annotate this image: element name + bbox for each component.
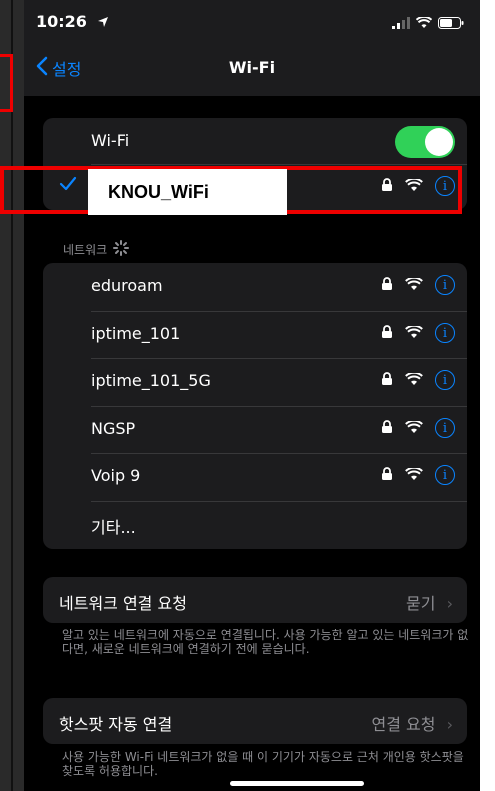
ask-to-join-group[interactable]: 네트워크 연결 요청 묻기 › xyxy=(43,577,467,623)
wifi-icon xyxy=(405,466,423,485)
network-row[interactable]: iptime_101_5G i xyxy=(43,358,467,404)
info-icon[interactable]: i xyxy=(435,370,455,390)
ask-to-join-label: 네트워크 연결 요청 xyxy=(59,594,187,613)
lock-icon xyxy=(381,324,393,343)
loading-spinner-icon xyxy=(113,240,130,259)
wifi-toggle-label: Wi-Fi xyxy=(91,131,130,150)
wifi-icon xyxy=(405,276,423,295)
hotspot-description: 사용 가능한 Wi-Fi 네트워크가 없을 때 이 기기가 자동으로 근처 개인… xyxy=(62,750,464,778)
lock-icon xyxy=(381,466,393,485)
other-network-row[interactable]: 기타... xyxy=(43,501,467,547)
wifi-icon xyxy=(405,324,423,343)
wifi-toggle[interactable] xyxy=(395,126,455,158)
left-highlight-fragment xyxy=(0,54,13,112)
network-icons: i xyxy=(381,323,455,343)
network-row[interactable]: eduroam i xyxy=(43,263,467,309)
chevron-right-icon: › xyxy=(446,594,453,613)
lock-icon xyxy=(381,276,393,295)
status-bar: 10:26 xyxy=(24,0,480,40)
chevron-right-icon: › xyxy=(446,715,453,734)
location-arrow-icon xyxy=(97,13,109,32)
network-name: NGSP xyxy=(91,419,136,438)
wifi-icon xyxy=(415,14,433,33)
lock-icon xyxy=(381,419,393,438)
network-name: eduroam xyxy=(91,276,163,295)
network-name: Voip 9 xyxy=(91,466,141,485)
status-icons xyxy=(392,14,464,33)
networks-list: eduroam i iptime_101 i iptime_101_5G i NGSP i Vo… xyxy=(43,263,467,549)
wifi-icon xyxy=(405,419,423,438)
battery-icon xyxy=(438,14,464,33)
ask-to-join-value-text: 묻기 xyxy=(406,594,436,613)
network-name: iptime_101_5G xyxy=(91,371,211,390)
network-icons: i xyxy=(381,465,455,485)
network-row[interactable]: Voip 9 i xyxy=(43,453,467,499)
networks-header: 네트워크 xyxy=(63,240,130,259)
hotspot-value: 연결 요청 › xyxy=(372,711,453,735)
networks-header-label: 네트워크 xyxy=(63,243,108,257)
overlay-network-label: KNOU_WiFi xyxy=(88,169,287,215)
left-divider xyxy=(11,0,13,791)
hotspot-label: 핫스팟 자동 연결 xyxy=(59,715,173,734)
hotspot-value-text: 연결 요청 xyxy=(371,715,436,734)
phone-screen: 10:26 설정 Wi-Fi Wi-Fi i 네트워크 eduroam i ip… xyxy=(24,0,480,791)
ask-to-join-value: 묻기 › xyxy=(406,590,453,614)
status-time: 10:26 xyxy=(36,12,109,32)
network-icons: i xyxy=(381,370,455,390)
lock-icon xyxy=(381,371,393,390)
right-background-strip xyxy=(480,0,495,791)
navigation-bar: 설정 Wi-Fi xyxy=(24,40,480,96)
info-icon[interactable]: i xyxy=(435,323,455,343)
info-icon[interactable]: i xyxy=(435,418,455,438)
network-icons: i xyxy=(381,275,455,295)
ask-to-join-description: 알고 있는 네트워크에 자동으로 연결됩니다. 사용 가능한 알고 있는 네트워… xyxy=(62,628,469,656)
network-icons: i xyxy=(381,418,455,438)
network-row[interactable]: iptime_101 i xyxy=(43,311,467,357)
time-text: 10:26 xyxy=(36,12,87,31)
page-title: Wi-Fi xyxy=(228,58,276,77)
toggle-knob xyxy=(425,128,453,156)
info-icon[interactable]: i xyxy=(435,275,455,295)
signal-bars-icon xyxy=(392,14,410,33)
other-network-label: 기타... xyxy=(91,518,136,537)
network-row[interactable]: NGSP i xyxy=(43,406,467,452)
network-name: iptime_101 xyxy=(91,324,181,343)
hotspot-group[interactable]: 핫스팟 자동 연결 연결 요청 › xyxy=(43,698,467,744)
home-indicator xyxy=(230,781,364,786)
wifi-toggle-row: Wi-Fi xyxy=(43,118,467,164)
wifi-icon xyxy=(405,371,423,390)
info-icon[interactable]: i xyxy=(435,465,455,485)
